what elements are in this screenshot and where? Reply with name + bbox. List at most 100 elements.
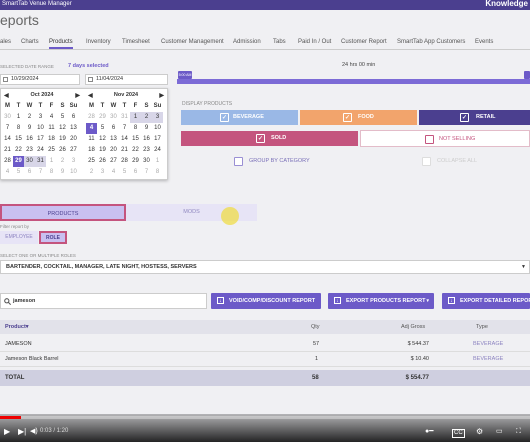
autoplay-toggle-icon[interactable]: ●━: [425, 427, 433, 437]
calendar-day[interactable]: 26: [97, 156, 108, 167]
calendar-day[interactable]: 3: [97, 167, 108, 178]
calendar-day[interactable]: 31: [119, 112, 130, 123]
prev-month-icon[interactable]: ◀: [88, 92, 93, 99]
start-date-input[interactable]: 10/29/2024: [0, 74, 80, 85]
calendar-day[interactable]: 10: [152, 123, 163, 134]
calendar-day[interactable]: 1: [46, 156, 57, 167]
calendar-day[interactable]: 18: [46, 134, 57, 145]
roles-select[interactable]: BARTENDER, COCKTAIL, MANAGER, LATE NIGHT…: [0, 260, 530, 274]
calendar-day[interactable]: 20: [108, 145, 119, 156]
calendar-day[interactable]: 19: [57, 134, 68, 145]
calendar-day[interactable]: 9: [57, 167, 68, 178]
calendar-day[interactable]: 23: [141, 145, 152, 156]
calendar-day[interactable]: 23: [24, 145, 35, 156]
search-input[interactable]: jameson: [0, 293, 207, 309]
calendar-day[interactable]: 16: [24, 134, 35, 145]
calendar-day[interactable]: 17: [152, 134, 163, 145]
calendar-day[interactable]: 22: [13, 145, 24, 156]
calendar-day[interactable]: 29: [13, 156, 24, 167]
tab-sales[interactable]: ales: [0, 39, 11, 45]
not-selling-toggle[interactable]: NOT SELLING: [360, 130, 530, 147]
calendar-day[interactable]: 22: [130, 145, 141, 156]
calendar-day[interactable]: 5: [119, 167, 130, 178]
calendar-day[interactable]: 28: [119, 156, 130, 167]
calendar-day[interactable]: 20: [68, 134, 79, 145]
theater-mode-icon[interactable]: ▭: [496, 427, 503, 437]
calendar-day[interactable]: 21: [2, 145, 13, 156]
collapse-all-toggle[interactable]: COLLAPSE ALL: [360, 153, 530, 170]
calendar-day[interactable]: 21: [119, 145, 130, 156]
calendar-day[interactable]: 30: [2, 112, 13, 123]
calendar-day[interactable]: 19: [97, 145, 108, 156]
calendar-day[interactable]: 2: [86, 167, 97, 178]
tab-products[interactable]: Products: [49, 39, 73, 49]
next-month-icon[interactable]: ▶: [75, 92, 80, 99]
calendar-day[interactable]: 29: [130, 156, 141, 167]
tab-smarttab-app-customers[interactable]: SmartTab App Customers: [397, 39, 465, 45]
calendar-day[interactable]: 30: [108, 112, 119, 123]
calendar-day[interactable]: 16: [141, 134, 152, 145]
calendar-day[interactable]: 2: [57, 156, 68, 167]
end-date-input[interactable]: 11/04/2024: [85, 74, 168, 85]
slider-start-handle[interactable]: 5:00 AM: [178, 71, 192, 79]
calendar-day[interactable]: 11: [46, 123, 57, 134]
role-filter-button[interactable]: ROLE: [39, 231, 67, 244]
slider-end-handle[interactable]: [524, 71, 530, 79]
calendar-day[interactable]: 4: [46, 112, 57, 123]
calendar-day[interactable]: 1: [13, 112, 24, 123]
adj-gross-column-header[interactable]: Adj Gross: [401, 320, 425, 334]
calendar-day[interactable]: 7: [2, 123, 13, 134]
products-segment[interactable]: PRODUCTS: [0, 204, 126, 221]
calendar-day[interactable]: 13: [68, 123, 79, 134]
tab-customer-report[interactable]: Customer Report: [341, 39, 387, 45]
fullscreen-icon[interactable]: ⛶: [516, 427, 521, 437]
video-progress-bar[interactable]: [0, 416, 530, 419]
calendar-day[interactable]: 27: [68, 145, 79, 156]
calendar-day[interactable]: 2: [24, 112, 35, 123]
tab-events[interactable]: Events: [475, 39, 493, 45]
calendar-day[interactable]: 4: [2, 167, 13, 178]
tab-admission[interactable]: Admission: [233, 39, 261, 45]
calendar-day[interactable]: 12: [57, 123, 68, 134]
captions-icon[interactable]: CC: [452, 429, 465, 438]
calendar-day[interactable]: 15: [13, 134, 24, 145]
calendar-day[interactable]: 26: [57, 145, 68, 156]
calendar-day[interactable]: 10: [68, 167, 79, 178]
calendar-day[interactable]: 31: [35, 156, 46, 167]
calendar-day[interactable]: 8: [13, 123, 24, 134]
calendar-day[interactable]: 9: [24, 123, 35, 134]
tab-inventory[interactable]: Inventory: [86, 39, 111, 45]
calendar-day[interactable]: 1: [152, 156, 163, 167]
calendar-day[interactable]: 5: [57, 112, 68, 123]
calendar-day[interactable]: 15: [130, 134, 141, 145]
play-icon[interactable]: ▶: [4, 427, 10, 437]
calendar-day[interactable]: 25: [46, 145, 57, 156]
calendar-day[interactable]: 5: [97, 123, 108, 134]
calendar-day[interactable]: 7: [35, 167, 46, 178]
calendar-day[interactable]: 8: [46, 167, 57, 178]
calendar-day[interactable]: 2: [141, 112, 152, 123]
calendar-day[interactable]: 8: [130, 123, 141, 134]
tab-customer-management[interactable]: Customer Management: [161, 39, 224, 45]
next-icon[interactable]: ▶|: [18, 427, 26, 437]
calendar-day[interactable]: 3: [35, 112, 46, 123]
prev-month-icon[interactable]: ◀: [4, 92, 9, 99]
knowledge-link[interactable]: Knowledge: [485, 0, 528, 8]
sold-toggle[interactable]: ✓ SOLD: [181, 131, 358, 146]
calendar-day[interactable]: 6: [68, 112, 79, 123]
calendar-day[interactable]: 1: [130, 112, 141, 123]
food-toggle[interactable]: ✓ FOOD: [300, 110, 417, 125]
calendar-day[interactable]: 28: [86, 112, 97, 123]
volume-icon[interactable]: ◀): [30, 427, 38, 437]
tab-paid-in-out[interactable]: Paid In / Out: [298, 39, 331, 45]
calendar-day[interactable]: 13: [108, 134, 119, 145]
calendar-day[interactable]: 29: [97, 112, 108, 123]
type-column-header[interactable]: Type: [476, 320, 488, 334]
calendar-day[interactable]: 24: [152, 145, 163, 156]
qty-column-header[interactable]: Qty: [311, 320, 320, 334]
calendar-day[interactable]: 6: [130, 167, 141, 178]
time-range-slider[interactable]: [177, 79, 530, 84]
employee-filter-button[interactable]: EMPLOYEE: [0, 231, 38, 244]
calendar-day[interactable]: 5: [13, 167, 24, 178]
calendar-day[interactable]: 30: [24, 156, 35, 167]
